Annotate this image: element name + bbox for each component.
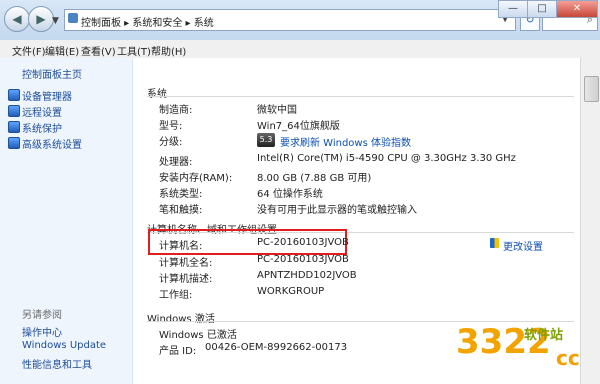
processor-value: Intel(R) Core(TM) i5-4590 CPU @ 3.30GHz … bbox=[257, 153, 516, 164]
model-label: 型号: bbox=[159, 121, 183, 132]
manufacturer-label: 制造商: bbox=[159, 105, 193, 116]
workgroup-label: 工作组: bbox=[159, 290, 193, 301]
system-protection-link[interactable]: 系统保护 bbox=[22, 120, 62, 135]
scroll-thumb[interactable] bbox=[584, 76, 599, 102]
computer-description-value: APNTZHDD102JVOB bbox=[257, 270, 357, 281]
menu-edit[interactable]: 编辑(E) bbox=[45, 43, 79, 58]
pen-touch-value: 没有可用于此显示器的笔或触控输入 bbox=[257, 205, 417, 216]
computer-description-label: 计算机描述: bbox=[159, 274, 213, 285]
manufacturer-value: 微软中国 bbox=[257, 105, 297, 116]
device-manager-link[interactable]: 设备管理器 bbox=[22, 88, 72, 103]
title-bar: ◀ ▶ ▼ 控制面板 ▸ 系统和安全 ▸ 系统 ▼ ↻ ⌕ — □ ✕ bbox=[0, 0, 600, 41]
shield-icon bbox=[8, 105, 20, 117]
control-panel-home-link[interactable]: 控制面板主页 bbox=[22, 66, 82, 81]
window-controls: — □ ✕ bbox=[498, 0, 598, 18]
section-divider bbox=[147, 96, 574, 97]
ram-label: 安装内存(RAM): bbox=[159, 173, 233, 184]
product-id-value: 00426-OEM-8992662-00173 bbox=[205, 342, 348, 353]
full-computer-name-label: 计算机全名: bbox=[159, 258, 213, 269]
maximize-button[interactable]: □ bbox=[527, 0, 557, 18]
remote-settings-link[interactable]: 远程设置 bbox=[22, 104, 62, 119]
history-dropdown-icon[interactable]: ▼ bbox=[52, 16, 59, 26]
left-sidebar: 控制面板主页 设备管理器 远程设置 系统保护 高级系统设置 另请参阅 操作中心 … bbox=[0, 58, 133, 384]
rating-label: 分级: bbox=[159, 137, 183, 148]
address-bar[interactable]: 控制面板 ▸ 系统和安全 ▸ 系统 ▼ bbox=[64, 9, 516, 31]
rating-badge: 5.3 bbox=[257, 133, 275, 147]
model-value: Win7_64位旗舰版 bbox=[257, 121, 340, 132]
address-path: 控制面板 ▸ 系统和安全 ▸ 系统 bbox=[81, 18, 214, 29]
product-id-label: 产品 ID: bbox=[159, 346, 197, 357]
menu-view[interactable]: 查看(V) bbox=[81, 43, 116, 58]
shield-icon bbox=[8, 89, 20, 101]
watermark-text: 软件站 bbox=[524, 328, 564, 343]
menu-tools[interactable]: 工具(T) bbox=[117, 43, 151, 58]
system-type-label: 系统类型: bbox=[159, 189, 203, 200]
menu-bar: 文件(F) 编辑(E) 查看(V) 工具(T) 帮助(H) bbox=[0, 40, 600, 59]
windows-update-link[interactable]: Windows Update bbox=[22, 340, 106, 351]
close-button[interactable]: ✕ bbox=[556, 0, 598, 18]
minimize-button[interactable]: — bbox=[498, 0, 528, 18]
system-window: ◀ ▶ ▼ 控制面板 ▸ 系统和安全 ▸ 系统 ▼ ↻ ⌕ — □ ✕ 文件(F… bbox=[0, 0, 600, 384]
activation-status: Windows 已激活 bbox=[159, 330, 237, 341]
site-watermark: 3322 软件站 cc bbox=[452, 304, 600, 384]
menu-file[interactable]: 文件(F) bbox=[12, 43, 46, 58]
system-section-title: 系统 bbox=[147, 89, 167, 100]
pen-touch-label: 笔和触摸: bbox=[159, 205, 203, 216]
full-computer-name-value: PC-20160103JVOB bbox=[257, 254, 349, 265]
processor-label: 处理器: bbox=[159, 157, 193, 168]
see-also-heading: 另请参阅 bbox=[22, 310, 62, 321]
computer-name-label: 计算机名: bbox=[159, 241, 203, 252]
watermark-suffix: cc bbox=[556, 346, 580, 370]
action-center-link[interactable]: 操作中心 bbox=[22, 324, 62, 339]
system-type-value: 64 位操作系统 bbox=[257, 189, 323, 200]
workgroup-value: WORKGROUP bbox=[257, 286, 325, 297]
shield-icon bbox=[8, 121, 20, 133]
control-panel-icon bbox=[68, 13, 78, 23]
activation-section-title: Windows 激活 bbox=[147, 314, 215, 325]
advanced-system-settings-link[interactable]: 高级系统设置 bbox=[22, 136, 82, 151]
forward-button[interactable]: ▶ bbox=[28, 6, 54, 32]
ram-value: 8.00 GB (7.88 GB 可用) bbox=[257, 173, 372, 184]
computer-name-value: PC-20160103JVOB bbox=[257, 237, 349, 248]
refresh-experience-index-link[interactable]: 要求刷新 Windows 体验指数 bbox=[280, 134, 411, 149]
back-button[interactable]: ◀ bbox=[4, 6, 30, 32]
performance-info-link[interactable]: 性能信息和工具 bbox=[22, 356, 92, 371]
shield-icon bbox=[490, 238, 499, 248]
menu-help[interactable]: 帮助(H) bbox=[151, 43, 186, 58]
shield-icon bbox=[8, 137, 20, 149]
change-settings-link[interactable]: 更改设置 bbox=[503, 238, 543, 253]
